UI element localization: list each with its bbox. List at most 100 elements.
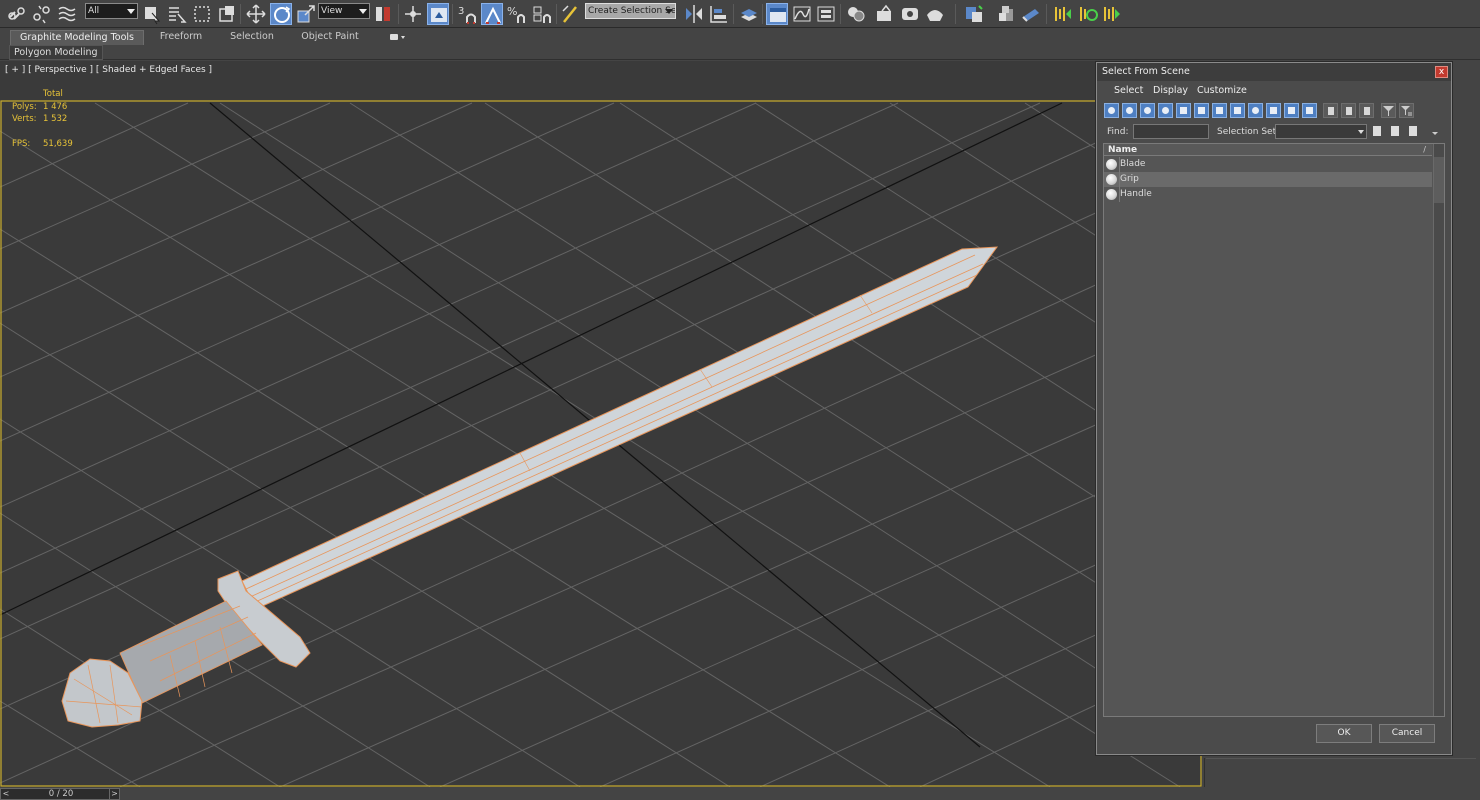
render-setup-icon[interactable] (874, 3, 896, 25)
list-scrollbar[interactable] (1433, 144, 1444, 716)
layer-manager-icon[interactable] (738, 3, 760, 25)
rotate-icon[interactable] (270, 3, 292, 25)
toolbar-separator (1046, 4, 1047, 24)
scale-icon[interactable] (295, 3, 317, 25)
rectangular-selection-icon[interactable] (191, 3, 213, 25)
list-item[interactable]: Handle (1104, 187, 1432, 202)
display-hidden-icon[interactable] (1302, 103, 1317, 118)
bind-space-warp-icon[interactable] (56, 3, 78, 25)
find-input[interactable] (1133, 124, 1209, 139)
tab-selection[interactable]: Selection (224, 30, 280, 45)
list-item[interactable]: Grip (1104, 172, 1432, 187)
ribbon-options-icon[interactable] (386, 30, 408, 45)
list-header[interactable]: Name / (1104, 144, 1432, 156)
main-toolbar: All View 3 % Create Selection Se (0, 0, 1480, 28)
time-frame-indicator[interactable]: 0 / 20 (31, 789, 91, 799)
filter-options-icon[interactable] (1399, 103, 1414, 118)
toolbar-separator (398, 4, 399, 24)
display-lights-icon[interactable] (1140, 103, 1155, 118)
move-icon[interactable] (245, 3, 267, 25)
scrollbar-thumb[interactable] (1434, 157, 1444, 203)
perspective-viewport[interactable]: [ + ] [ Perspective ] [ Shaded + Edged F… (0, 61, 1202, 787)
toolbar-separator (733, 4, 734, 24)
delete-selection-set-icon[interactable] (1407, 125, 1420, 138)
select-object-icon[interactable] (141, 3, 163, 25)
ext-tool-4-icon[interactable] (1052, 3, 1074, 25)
unlink-icon[interactable] (31, 3, 53, 25)
display-frozen-icon[interactable] (1284, 103, 1299, 118)
filter-icon[interactable] (1381, 103, 1396, 118)
tab-freeform[interactable]: Freeform (152, 30, 210, 45)
rendered-frame-window-icon[interactable] (899, 3, 921, 25)
select-by-name-icon[interactable] (166, 3, 188, 25)
display-bones-icon[interactable] (1248, 103, 1263, 118)
ext-tool-2-icon[interactable] (995, 3, 1017, 25)
select-none-icon[interactable] (1341, 103, 1356, 118)
menu-select[interactable]: Select (1114, 85, 1143, 96)
create-selection-set-icon[interactable] (1371, 125, 1384, 138)
ext-tool-5-icon[interactable] (1077, 3, 1099, 25)
chevron-down-icon[interactable] (1429, 125, 1442, 138)
find-row: Find: Selection Set: (1103, 123, 1445, 141)
time-prev-button[interactable]: < (1, 789, 11, 799)
object-name: Blade (1120, 159, 1146, 169)
polygon-modeling-panel[interactable]: Polygon Modeling (9, 45, 103, 60)
tab-graphite-modeling-tools[interactable]: Graphite Modeling Tools (10, 30, 144, 45)
time-slider[interactable]: < 0 / 20 > (0, 788, 120, 800)
sort-indicator: / (1423, 145, 1426, 154)
named-selection-dropdown[interactable]: Create Selection Se (585, 3, 676, 19)
ext-tool-6-icon[interactable] (1101, 3, 1123, 25)
cancel-button[interactable]: Cancel (1379, 724, 1435, 743)
mirror-icon[interactable] (683, 3, 705, 25)
object-name: Grip (1120, 174, 1139, 184)
display-helpers-icon[interactable] (1176, 103, 1191, 118)
percent-snap-icon[interactable]: % (506, 3, 528, 25)
ok-button[interactable]: OK (1316, 724, 1372, 743)
graphite-ribbon-toggle-icon[interactable] (766, 3, 788, 25)
snaps-toggle-icon[interactable]: 3 (457, 3, 479, 25)
viewport-label[interactable]: [ + ] [ Perspective ] [ Shaded + Edged F… (5, 65, 212, 75)
select-invert-icon[interactable] (1359, 103, 1374, 118)
display-cameras-icon[interactable] (1158, 103, 1173, 118)
display-space-warps-icon[interactable] (1194, 103, 1209, 118)
scene-statistics: Total Polys: 1 476 Verts: 1 532 FPS: 51,639 (12, 88, 92, 151)
display-shapes-icon[interactable] (1122, 103, 1137, 118)
curve-editor-icon[interactable] (791, 3, 813, 25)
schematic-view-icon[interactable] (815, 3, 837, 25)
edit-selection-set-icon[interactable] (1389, 125, 1402, 138)
select-manipulate-icon[interactable] (402, 3, 424, 25)
pivot-point-icon[interactable] (373, 3, 395, 25)
angle-snap-icon[interactable] (481, 3, 503, 25)
status-bar: < 0 / 20 > (0, 787, 1480, 800)
selection-filter-dropdown[interactable]: All (85, 3, 138, 19)
reference-coord-dropdown[interactable]: View (318, 3, 370, 19)
ext-tool-3-icon[interactable] (1020, 3, 1042, 25)
spinner-snap-icon[interactable] (531, 3, 553, 25)
selection-set-dropdown[interactable] (1275, 124, 1367, 139)
list-item[interactable]: Blade (1104, 157, 1432, 172)
select-all-icon[interactable] (1323, 103, 1338, 118)
close-icon[interactable]: x (1435, 66, 1448, 78)
tab-object-paint[interactable]: Object Paint (298, 30, 362, 45)
display-xrefs-icon[interactable] (1230, 103, 1245, 118)
dialog-menu-bar: Select Display Customize (1103, 82, 1445, 100)
fps-value: 51,639 (43, 139, 73, 149)
display-geometry-icon[interactable] (1104, 103, 1119, 118)
dialog-title-bar[interactable]: Select From Scene x (1097, 63, 1451, 81)
edit-named-selection-icon[interactable] (560, 3, 582, 25)
name-column-header[interactable]: Name (1108, 144, 1137, 156)
display-groups-icon[interactable] (1212, 103, 1227, 118)
keyboard-shortcut-override-icon[interactable] (427, 3, 449, 25)
link-icon[interactable] (6, 3, 28, 25)
menu-display[interactable]: Display (1153, 85, 1188, 96)
align-icon[interactable] (708, 3, 730, 25)
ext-tool-1-icon[interactable] (963, 3, 985, 25)
material-editor-icon[interactable] (845, 3, 867, 25)
viewport-canvas[interactable] (0, 61, 1202, 787)
window-crossing-icon[interactable] (216, 3, 238, 25)
time-next-button[interactable]: > (109, 789, 119, 799)
menu-customize[interactable]: Customize (1197, 85, 1247, 96)
render-production-icon[interactable] (924, 3, 946, 25)
display-containers-icon[interactable] (1266, 103, 1281, 118)
select-from-scene-dialog: Select From Scene x Select Display Custo… (1096, 62, 1452, 755)
